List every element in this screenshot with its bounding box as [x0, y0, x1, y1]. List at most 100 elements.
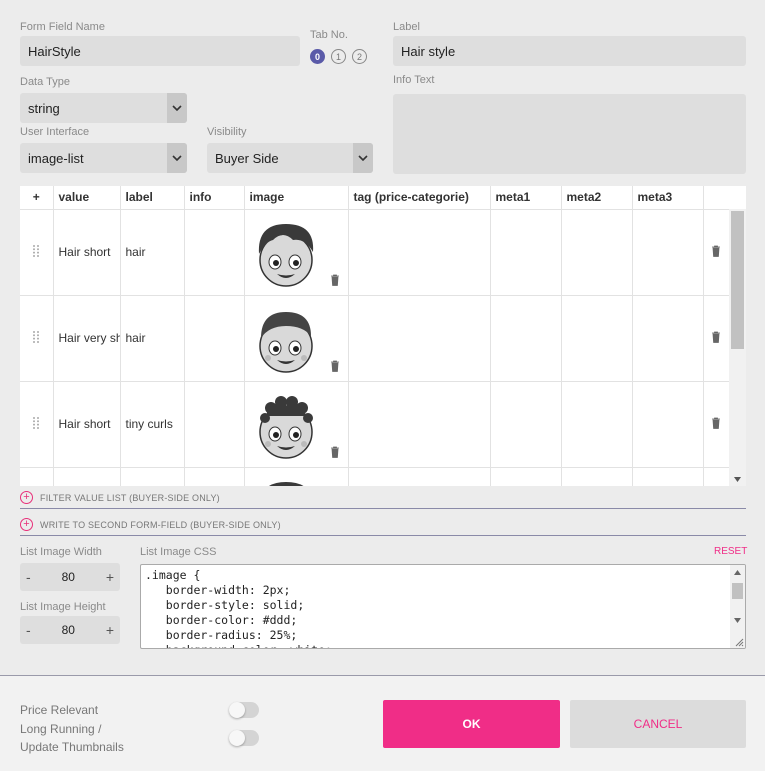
col-header-label: label	[120, 186, 185, 210]
cell-label[interactable]: hair	[120, 209, 185, 296]
delete-image-icon	[330, 446, 339, 458]
cell-meta3[interactable]	[632, 209, 704, 296]
height-decrement-button[interactable]: -	[26, 622, 31, 638]
col-header-meta2: meta2	[561, 186, 633, 210]
col-header-meta3: meta3	[632, 186, 704, 210]
tab-no-label: Tab No.	[310, 29, 348, 41]
height-increment-button[interactable]: +	[106, 622, 114, 638]
cell-meta2[interactable]	[561, 295, 633, 382]
cell-image[interactable]	[244, 209, 349, 296]
value-table: + value label info image tag (price-cate…	[20, 186, 746, 486]
filter-value-list-section[interactable]: + FILTER VALUE LIST (BUYER-SIDE ONLY)	[20, 487, 746, 509]
cell-meta1[interactable]	[490, 209, 562, 296]
css-scrollbar-thumb[interactable]	[732, 583, 743, 599]
col-header-image: image	[244, 186, 349, 210]
delete-image-icon	[330, 360, 339, 372]
filter-value-list-label: FILTER VALUE LIST (BUYER-SIDE ONLY)	[40, 492, 220, 503]
cancel-button[interactable]: CANCEL	[570, 700, 746, 748]
list-image-height-label: List Image Height	[20, 601, 106, 613]
cell-meta2[interactable]	[561, 381, 633, 468]
tab-2-radio[interactable]: 2	[352, 49, 367, 64]
css-scrollbar[interactable]	[730, 565, 745, 648]
field-name-input[interactable]: HairStyle	[20, 36, 300, 66]
cell-tag[interactable]	[348, 209, 491, 296]
avatar-short-hair-image	[258, 223, 313, 287]
info-text-area[interactable]	[393, 94, 746, 174]
tab-0-radio[interactable]: 0	[310, 49, 325, 64]
avatar-tiny-curls-image	[258, 395, 313, 459]
long-running-toggle[interactable]	[229, 730, 259, 746]
drag-handle-icon[interactable]	[20, 295, 54, 382]
drag-handle-icon[interactable]	[20, 381, 54, 468]
width-value[interactable]: 80	[62, 570, 75, 584]
col-header-tag: tag (price-categorie)	[348, 186, 491, 210]
delete-row-icon[interactable]	[703, 209, 730, 296]
drag-handle-icon[interactable]	[20, 209, 54, 296]
cell-value[interactable]: Hair short	[53, 381, 121, 468]
table-scrollbar[interactable]	[729, 209, 746, 486]
chevron-down-icon	[167, 93, 187, 123]
data-type-select[interactable]: string	[20, 93, 187, 123]
cell-info[interactable]	[184, 209, 245, 296]
price-relevant-toggle[interactable]	[229, 702, 259, 718]
price-relevant-label: Price Relevant	[20, 703, 99, 717]
delete-image-icon	[330, 274, 339, 286]
data-type-value: string	[28, 100, 60, 116]
width-decrement-button[interactable]: -	[26, 569, 31, 585]
width-increment-button[interactable]: +	[106, 569, 114, 585]
scroll-up-arrow-icon	[734, 570, 741, 575]
avatar-image	[267, 481, 304, 486]
col-header-meta1: meta1	[490, 186, 562, 210]
label-input[interactable]: Hair style	[393, 36, 746, 66]
add-row-button[interactable]: +	[20, 186, 54, 210]
cell-image[interactable]	[244, 467, 349, 486]
cell-info[interactable]	[184, 381, 245, 468]
visibility-value: Buyer Side	[215, 150, 279, 166]
write-second-field-section[interactable]: + WRITE TO SECOND FORM-FIELD (BUYER-SIDE…	[20, 514, 746, 536]
ok-button[interactable]: OK	[383, 700, 560, 748]
tab-1-radio[interactable]: 1	[331, 49, 346, 64]
resize-handle-icon	[735, 638, 744, 647]
css-text[interactable]: .image { border-width: 2px; border-style…	[141, 565, 745, 648]
cell-info[interactable]	[184, 295, 245, 382]
list-image-css-editor[interactable]: .image { border-width: 2px; border-style…	[140, 564, 746, 649]
height-value[interactable]: 80	[62, 623, 75, 637]
field-name-label: Form Field Name	[20, 21, 105, 33]
table-row: Hair very short hair	[20, 295, 730, 382]
delete-row-icon[interactable]	[703, 381, 730, 468]
scroll-down-arrow-icon	[734, 477, 741, 482]
cell-label[interactable]: tiny curls	[120, 381, 185, 468]
cell-image[interactable]	[244, 381, 349, 468]
long-running-label: Long Running /	[20, 722, 102, 736]
ui-label: User Interface	[20, 126, 90, 138]
table-header-row: + value label info image tag (price-cate…	[20, 186, 729, 210]
label-label: Label	[393, 21, 420, 33]
cell-value[interactable]: Hair short	[53, 209, 121, 296]
cell-image[interactable]	[244, 295, 349, 382]
cell-meta3[interactable]	[632, 381, 704, 468]
cell-label[interactable]: hair	[120, 295, 185, 382]
visibility-label: Visibility	[207, 126, 247, 138]
cell-tag[interactable]	[348, 381, 491, 468]
ui-select[interactable]: image-list	[20, 143, 187, 173]
table-row: Hair short tiny curls	[20, 381, 730, 468]
chevron-down-icon	[167, 143, 187, 173]
list-image-width-label: List Image Width	[20, 546, 102, 558]
cell-meta1[interactable]	[490, 381, 562, 468]
cell-meta2[interactable]	[561, 209, 633, 296]
table-row	[20, 467, 730, 486]
reset-button[interactable]: RESET	[714, 546, 747, 557]
plus-circle-icon: +	[20, 491, 33, 504]
col-header-value: value	[53, 186, 121, 210]
cell-value[interactable]: Hair very short	[53, 295, 121, 382]
table-scrollbar-thumb[interactable]	[731, 211, 744, 349]
cell-tag[interactable]	[348, 295, 491, 382]
cell-meta3[interactable]	[632, 295, 704, 382]
data-type-label: Data Type	[20, 76, 70, 88]
update-thumbnails-label: Update Thumbnails	[20, 740, 124, 754]
visibility-select[interactable]: Buyer Side	[207, 143, 373, 173]
info-text-label: Info Text	[393, 74, 435, 86]
delete-row-icon[interactable]	[703, 295, 730, 382]
table-row: Hair short hair	[20, 209, 730, 296]
cell-meta1[interactable]	[490, 295, 562, 382]
